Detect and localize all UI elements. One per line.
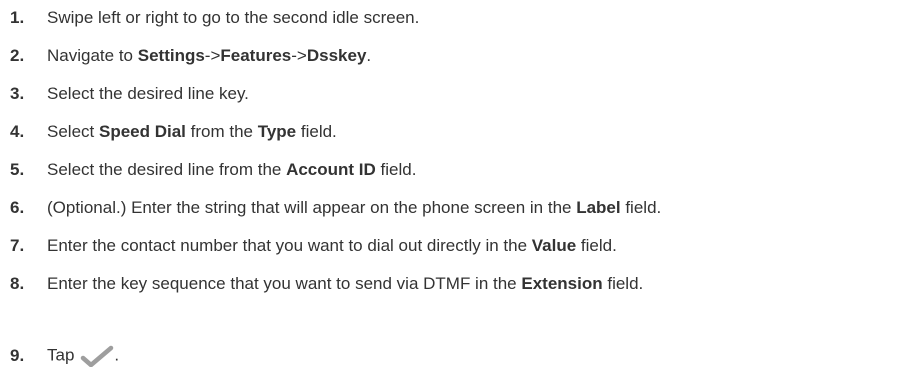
step-text: Enter the key sequence that you want to … <box>47 274 643 294</box>
step-text-part: . <box>366 46 372 65</box>
step-number: 3. <box>10 84 25 103</box>
menu-features: Features <box>220 46 292 65</box>
step-number: 8. <box>10 274 25 293</box>
step-number: 4. <box>10 122 25 141</box>
step-text-part: Navigate to <box>47 46 138 65</box>
step-text: Select the desired line key. <box>47 84 249 104</box>
step-number: 6. <box>10 198 25 217</box>
menu-settings: Settings <box>137 46 205 65</box>
step-6: 6. (Optional.) Enter the string that wil… <box>10 195 661 221</box>
step-text-part: . <box>114 345 120 365</box>
field-extension: Extension <box>521 274 603 293</box>
step-text-part: Select the desired line from the <box>47 160 287 179</box>
step-text-part: field. <box>620 198 662 217</box>
field-value: Value <box>531 236 577 255</box>
field-account-id: Account ID <box>286 160 376 179</box>
step-text-part: field. <box>296 122 337 141</box>
step-text-part: field. <box>375 160 417 179</box>
step-text-part: Enter the key sequence that you want to … <box>47 274 522 293</box>
step-text-part: Enter the contact number that you want t… <box>47 236 532 255</box>
step-5: 5. Select the desired line from the Acco… <box>10 157 416 183</box>
step-3: 3. Select the desired line key. <box>10 81 249 107</box>
step-number: 1. <box>10 8 25 27</box>
option-speed-dial: Speed Dial <box>98 122 186 141</box>
step-number: 9. <box>10 346 25 365</box>
field-type: Type <box>257 122 297 141</box>
step-number: 5. <box>10 160 25 179</box>
step-text: Navigate to Settings->Features->Dsskey. <box>47 46 371 66</box>
step-text-part: Select the desired line key. <box>47 84 249 103</box>
step-text: Select Speed Dial from the Type field. <box>47 122 337 142</box>
step-text: Select the desired line from the Account… <box>47 160 416 180</box>
menu-dsskey: Dsskey <box>306 46 367 65</box>
step-text-part: field. <box>602 274 644 293</box>
check-icon <box>80 345 114 368</box>
instruction-steps: 1. Swipe left or right to go to the seco… <box>0 0 908 368</box>
step-text-part: field. <box>576 236 617 255</box>
arrow-separator: -> <box>204 46 221 65</box>
step-8: 8. Enter the key sequence that you want … <box>10 271 643 297</box>
step-text-part: from the <box>185 122 258 141</box>
step-text: (Optional.) Enter the string that will a… <box>47 198 661 218</box>
step-number: 2. <box>10 46 25 65</box>
step-text-part: Tap <box>47 345 75 365</box>
step-text-part: (Optional.) Enter the string that will a… <box>47 198 577 217</box>
field-label: Label <box>576 198 621 217</box>
step-text: Swipe left or right to go to the second … <box>47 8 419 28</box>
step-1: 1. Swipe left or right to go to the seco… <box>10 5 419 31</box>
step-text-part: Swipe left or right to go to the second … <box>47 8 420 27</box>
step-number: 7. <box>10 236 25 255</box>
step-text: Enter the contact number that you want t… <box>47 236 617 256</box>
arrow-separator: -> <box>291 46 307 65</box>
step-9: 9. Tap. <box>10 343 119 369</box>
step-2: 2. Navigate to Settings->Features->Dsske… <box>10 43 371 69</box>
step-text-part: Select <box>47 122 99 141</box>
step-4: 4. Select Speed Dial from the Type field… <box>10 119 337 145</box>
step-text: Tap. <box>47 345 120 368</box>
step-7: 7. Enter the contact number that you wan… <box>10 233 617 259</box>
